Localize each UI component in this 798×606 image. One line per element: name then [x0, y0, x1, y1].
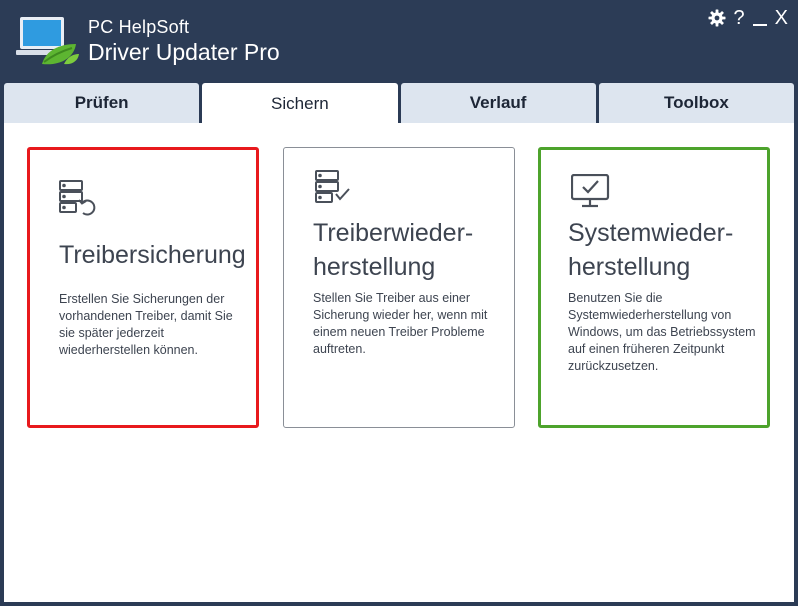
tab-pruefen[interactable]: Prüfen [4, 83, 200, 123]
minimize-button[interactable] [752, 8, 767, 28]
tab-toolbox[interactable]: Toolbox [598, 83, 794, 123]
system-restore-card[interactable]: Systemwieder- herstellung Benutzen Sie d… [538, 147, 770, 428]
tab-sichern[interactable]: Sichern [202, 83, 398, 124]
close-button[interactable]: X [775, 6, 788, 30]
card-title: Systemwieder- herstellung [568, 216, 768, 284]
driver-restore-card[interactable]: Treiberwieder- herstellung Stellen Sie T… [283, 147, 515, 428]
card-title-line2: herstellung [313, 253, 436, 281]
card-title-line1: Treiberwieder- [313, 219, 474, 247]
monitor-check-icon [570, 173, 611, 215]
card-title-line1: Systemwieder- [568, 219, 734, 247]
help-button[interactable]: ? [734, 6, 745, 30]
card-description: Erstellen Sie Sicherungen der vorhandene… [59, 292, 233, 357]
backup-panel: Treibersicherung Erstellen Sie Sicherung… [4, 123, 794, 602]
server-backup-icon [59, 180, 99, 221]
card-title: Treibersicherung [59, 241, 246, 269]
driver-backup-card[interactable]: Treibersicherung Erstellen Sie Sicherung… [27, 147, 259, 428]
window-controls: ? X [708, 6, 788, 30]
card-description: Benutzen Sie die Systemwiederherstellung… [568, 291, 756, 373]
settings-gear-icon[interactable] [708, 9, 726, 27]
app-brand: PC HelpSoft Driver Updater Pro [88, 17, 280, 66]
card-title-line2: herstellung [568, 253, 691, 281]
main-tabs: Prüfen Sichern Verlauf Toolbox [4, 83, 794, 124]
app-logo [16, 14, 80, 66]
card-description: Stellen Sie Treiber aus einer Sicherung … [313, 291, 488, 356]
title-bar: PC HelpSoft Driver Updater Pro ? X [0, 0, 798, 82]
brand-company: PC HelpSoft [88, 17, 190, 37]
brand-product: Driver Updater Pro [88, 39, 280, 65]
server-check-icon [315, 170, 355, 211]
tab-verlauf[interactable]: Verlauf [400, 83, 596, 123]
card-title: Treiberwieder- herstellung [313, 216, 513, 284]
